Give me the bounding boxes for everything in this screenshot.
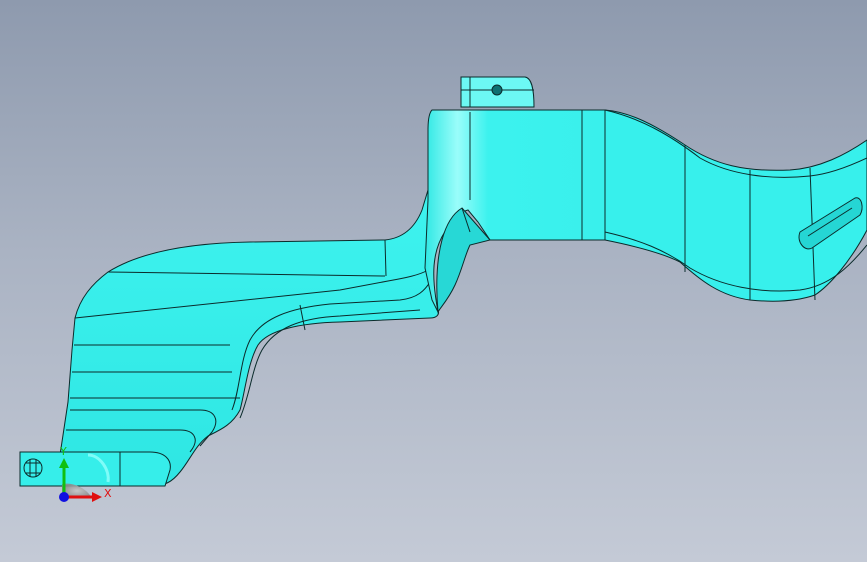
z-axis-dot (59, 492, 69, 502)
central-block (424, 109, 606, 314)
bracket-part-model[interactable]: X Y (0, 0, 867, 562)
mounting-tab-left (19, 451, 171, 487)
x-axis-label: X (104, 487, 112, 500)
top-mounting-tab (460, 76, 535, 108)
upper-right-arm (604, 109, 867, 302)
graphics-viewport[interactable]: X Y (0, 0, 867, 562)
x-axis-arrowhead (92, 492, 102, 502)
y-axis-label: Y (59, 445, 67, 458)
lower-arm-body (59, 189, 439, 487)
